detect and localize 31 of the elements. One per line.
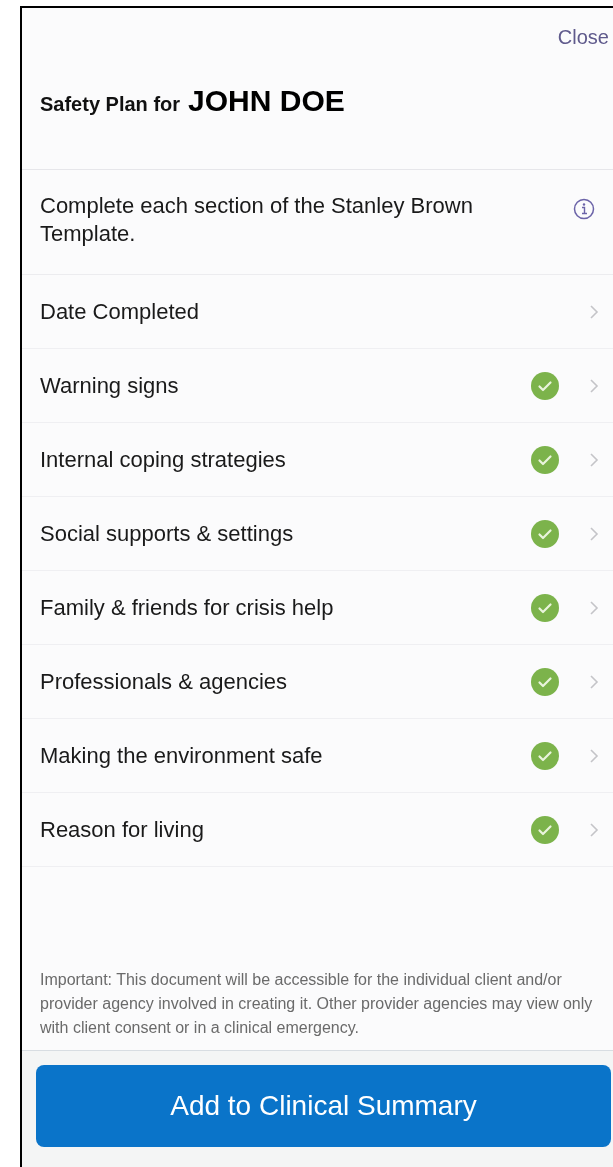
info-icon[interactable] bbox=[573, 198, 595, 220]
section-row[interactable]: Professionals & agencies bbox=[22, 645, 613, 719]
section-label: Making the environment safe bbox=[40, 742, 324, 770]
section-row[interactable]: Date Completed bbox=[22, 275, 613, 349]
section-label: Reason for living bbox=[40, 816, 205, 844]
chevron-right-icon bbox=[589, 377, 599, 394]
privacy-notice: Important: This document will be accessible for the individual client and/or provider agency involved in creating it. Other provider agencies may view only with client consent or in a clinical emergency. bbox=[39, 970, 594, 1038]
chevron-right-icon bbox=[589, 525, 599, 542]
section-label: Professionals & agencies bbox=[40, 668, 289, 696]
section-label: Date Completed bbox=[40, 298, 200, 326]
add-to-summary-button[interactable]: Add to Clinical Summary bbox=[36, 1065, 611, 1147]
title-label: Safety Plan for bbox=[40, 92, 181, 117]
section-row[interactable]: Internal coping strategies bbox=[22, 423, 613, 497]
chevron-right-icon bbox=[589, 303, 599, 320]
chevron-right-icon bbox=[589, 673, 599, 690]
intro-text: Complete each section of the Stanley Brown Template. bbox=[40, 192, 474, 248]
chevron-right-icon bbox=[589, 747, 599, 764]
client-name: JOHN DOE bbox=[188, 83, 345, 119]
close-link[interactable]: Close bbox=[557, 22, 609, 52]
chevron-right-icon bbox=[589, 821, 599, 838]
section-label: Internal coping strategies bbox=[40, 446, 287, 474]
section-row[interactable]: Reason for living bbox=[22, 793, 613, 867]
chevron-right-icon bbox=[589, 451, 599, 468]
section-row[interactable]: Making the environment safe bbox=[22, 719, 613, 793]
section-label: Social supports & settings bbox=[40, 520, 295, 548]
section-row[interactable]: Warning signs bbox=[22, 349, 613, 423]
section-row[interactable]: Social supports & settings bbox=[22, 497, 613, 571]
section-row[interactable]: Family & friends for crisis help bbox=[22, 571, 613, 645]
section-label: Warning signs bbox=[40, 372, 180, 400]
section-label: Family & friends for crisis help bbox=[40, 594, 335, 622]
chevron-right-icon bbox=[589, 599, 599, 616]
